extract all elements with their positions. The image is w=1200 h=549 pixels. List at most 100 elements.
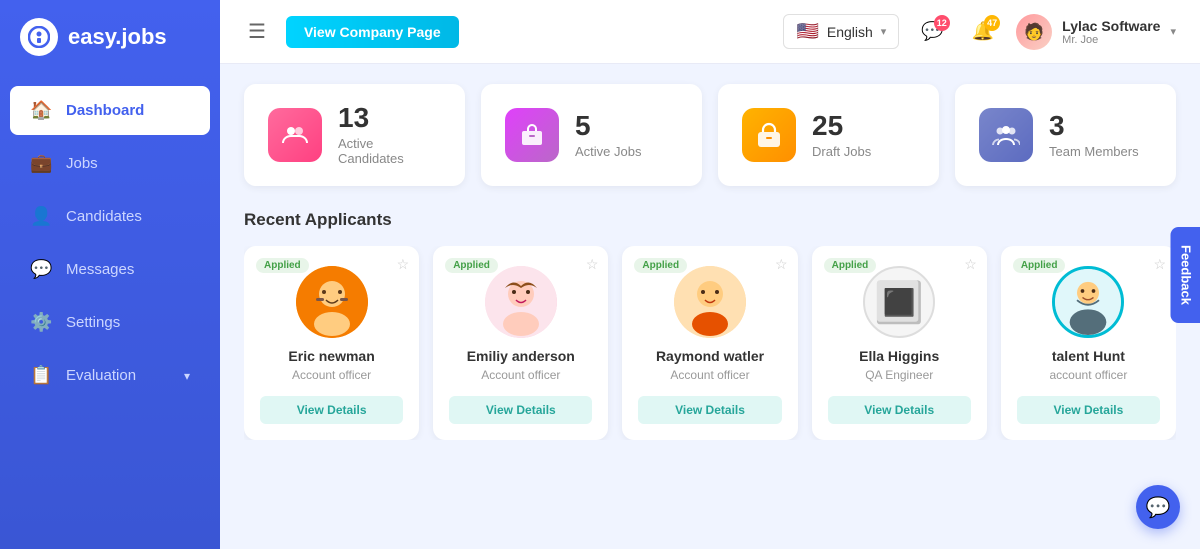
applicant-card-raymond: Applied ☆ Raymond watler Account officer…	[622, 246, 797, 440]
user-menu[interactable]: 🧑 Lylac Software Mr. Joe ▾	[1016, 14, 1176, 50]
active-candidates-number: 13	[338, 104, 441, 132]
sidebar-item-messages[interactable]: 💬 Messages	[10, 245, 210, 294]
active-candidates-icon	[268, 108, 322, 162]
active-candidates-label: Active Candidates	[338, 136, 441, 166]
alerts-notification-button[interactable]: 🔔 47	[966, 15, 1000, 48]
recent-applicants-section: Recent Applicants Applied ☆ Eric newman …	[244, 210, 1176, 440]
sidebar-item-dashboard[interactable]: 🏠 Dashboard	[10, 86, 210, 135]
applicant-role-eric: Account officer	[292, 368, 371, 382]
sidebar-item-evaluation[interactable]: 📋 Evaluation ▾	[10, 351, 210, 400]
sidebar-label-evaluation: Evaluation	[66, 367, 170, 384]
user-name: Lylac Software	[1062, 18, 1160, 34]
star-button-ella[interactable]: ☆	[964, 256, 977, 273]
avatar: 🧑	[1016, 14, 1052, 50]
user-text: Lylac Software Mr. Joe	[1062, 18, 1160, 46]
stat-card-draft-jobs: 25 Draft Jobs	[718, 84, 939, 186]
applied-badge-raymond: Applied	[634, 258, 687, 273]
active-jobs-label: Active Jobs	[575, 144, 641, 159]
content-area: 13 Active Candidates 5 Active Jobs	[220, 64, 1200, 549]
applicant-role-talent: account officer	[1050, 368, 1128, 382]
user-chevron-icon: ▾	[1170, 25, 1176, 38]
stat-text-team-members: 3 Team Members	[1049, 112, 1139, 159]
active-jobs-number: 5	[575, 112, 641, 140]
star-button-raymond[interactable]: ☆	[775, 256, 788, 273]
avatar-talent	[1052, 266, 1124, 338]
active-jobs-icon	[505, 108, 559, 162]
applied-badge-ella: Applied	[824, 258, 877, 273]
avatar-ella: 🔳	[863, 266, 935, 338]
messages-notification-button[interactable]: 💬 12	[915, 15, 949, 48]
stat-card-active-candidates: 13 Active Candidates	[244, 84, 465, 186]
star-button-emily[interactable]: ☆	[586, 256, 599, 273]
app-name: easy.jobs	[68, 24, 167, 50]
app-logo: easy.jobs	[0, 0, 220, 74]
language-label: English	[827, 24, 873, 40]
alerts-badge: 47	[984, 15, 1000, 31]
header: ☰ View Company Page 🇺🇸 English ▾ 💬 12 🔔 …	[220, 0, 1200, 64]
applicant-name-eric: Eric newman	[288, 348, 374, 364]
chevron-down-icon: ▾	[881, 25, 887, 38]
draft-jobs-icon	[742, 108, 796, 162]
sidebar-item-jobs[interactable]: 💼 Jobs	[10, 139, 210, 188]
view-details-button-raymond[interactable]: View Details	[638, 396, 781, 424]
view-company-button[interactable]: View Company Page	[286, 16, 459, 48]
chat-bubble-button[interactable]: 💬	[1136, 485, 1180, 529]
draft-jobs-label: Draft Jobs	[812, 144, 871, 159]
sidebar-item-candidates[interactable]: 👤 Candidates	[10, 192, 210, 241]
view-details-button-eric[interactable]: View Details	[260, 396, 403, 424]
stat-text-active-candidates: 13 Active Candidates	[338, 104, 441, 166]
home-icon: 🏠	[30, 100, 52, 121]
main-content: ☰ View Company Page 🇺🇸 English ▾ 💬 12 🔔 …	[220, 0, 1200, 549]
applicant-role-emily: Account officer	[481, 368, 560, 382]
stat-card-active-jobs: 5 Active Jobs	[481, 84, 702, 186]
hamburger-button[interactable]: ☰	[244, 15, 270, 48]
sidebar-nav: 🏠 Dashboard 💼 Jobs 👤 Candidates 💬 Messag…	[0, 84, 220, 402]
applicant-card-emily: Applied ☆ Emiliy anderson Account office…	[433, 246, 608, 440]
team-members-number: 3	[1049, 112, 1139, 140]
applicant-name-talent: talent Hunt	[1052, 348, 1125, 364]
applied-badge-emily: Applied	[445, 258, 498, 273]
section-title-recent-applicants: Recent Applicants	[244, 210, 1176, 230]
team-members-icon	[979, 108, 1033, 162]
applicant-card-eric: Applied ☆ Eric newman Account officer Vi…	[244, 246, 419, 440]
applicant-card-talent: Applied ☆ talent Hunt account officer Vi…	[1001, 246, 1176, 440]
star-button-talent[interactable]: ☆	[1153, 256, 1166, 273]
applicant-card-ella: Applied ☆ 🔳 Ella Higgins QA Engineer Vie…	[812, 246, 987, 440]
avatar-raymond	[674, 266, 746, 338]
team-members-label: Team Members	[1049, 144, 1139, 159]
user-sub: Mr. Joe	[1062, 34, 1160, 46]
star-button-eric[interactable]: ☆	[397, 256, 410, 273]
candidates-icon: 👤	[30, 206, 52, 227]
applicant-role-ella: QA Engineer	[865, 368, 933, 382]
applied-badge-talent: Applied	[1013, 258, 1066, 273]
stat-card-team-members: 3 Team Members	[955, 84, 1176, 186]
avatar-emily	[485, 266, 557, 338]
applicants-row: Applied ☆ Eric newman Account officer Vi…	[244, 246, 1176, 440]
draft-jobs-number: 25	[812, 112, 871, 140]
stats-row: 13 Active Candidates 5 Active Jobs	[244, 84, 1176, 186]
messages-badge: 12	[934, 15, 950, 31]
applicant-name-emily: Emiliy anderson	[467, 348, 575, 364]
view-details-button-talent[interactable]: View Details	[1017, 396, 1160, 424]
sidebar-label-dashboard: Dashboard	[66, 102, 190, 119]
applied-badge-eric: Applied	[256, 258, 309, 273]
feedback-tab[interactable]: Feedback	[1171, 227, 1200, 323]
view-details-button-emily[interactable]: View Details	[449, 396, 592, 424]
language-selector[interactable]: 🇺🇸 English ▾	[783, 14, 899, 49]
chevron-down-icon: ▾	[184, 369, 190, 383]
flag-icon: 🇺🇸	[796, 21, 818, 42]
evaluation-icon: 📋	[30, 365, 52, 386]
view-details-button-ella[interactable]: View Details	[828, 396, 971, 424]
applicant-name-raymond: Raymond watler	[656, 348, 764, 364]
sidebar-item-settings[interactable]: ⚙️ Settings	[10, 298, 210, 347]
sidebar-label-messages: Messages	[66, 261, 190, 278]
messages-icon: 💬	[30, 259, 52, 280]
sidebar-label-jobs: Jobs	[66, 155, 190, 172]
settings-icon: ⚙️	[30, 312, 52, 333]
stat-text-draft-jobs: 25 Draft Jobs	[812, 112, 871, 159]
sidebar: easy.jobs 🏠 Dashboard 💼 Jobs 👤 Candidate…	[0, 0, 220, 549]
sidebar-label-candidates: Candidates	[66, 208, 190, 225]
applicant-role-raymond: Account officer	[670, 368, 749, 382]
logo-icon	[20, 18, 58, 56]
stat-text-active-jobs: 5 Active Jobs	[575, 112, 641, 159]
